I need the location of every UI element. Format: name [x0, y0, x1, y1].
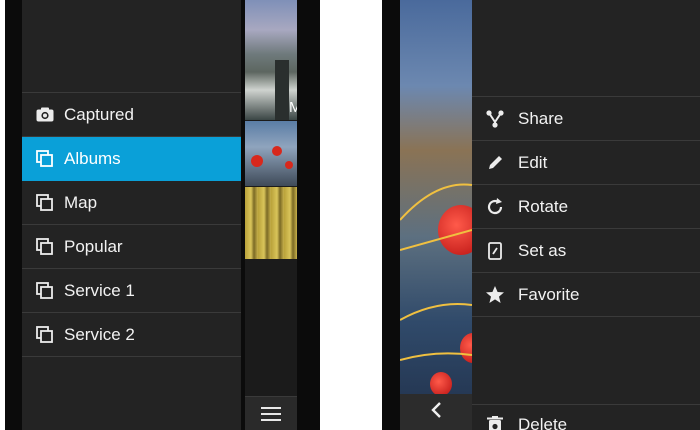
menu-item-label: Service 2	[64, 324, 135, 344]
album-thumbnail[interactable]	[245, 121, 297, 186]
photo-preview	[400, 0, 472, 430]
rotate-icon	[484, 196, 506, 218]
share-action[interactable]: Share	[472, 97, 700, 141]
album-icon	[34, 148, 56, 170]
action-menu: Share Edit Rotate Set as Favorite Delete	[472, 0, 700, 430]
album-icon	[34, 236, 56, 258]
star-icon	[484, 284, 506, 306]
set-as-icon	[484, 240, 506, 262]
album-icon	[34, 192, 56, 214]
menu-item-label: Map	[64, 192, 98, 212]
menu-item-label: Albums	[64, 148, 121, 168]
menu-header-space	[22, 0, 241, 93]
favorite-action[interactable]: Favorite	[472, 273, 700, 317]
menu-item-captured[interactable]: Captured	[22, 93, 241, 137]
album-thumbnail[interactable]: M	[245, 0, 297, 120]
navigation-menu: Captured Albums Map Popular Service 1 Se…	[22, 0, 241, 430]
album-icon	[34, 324, 56, 346]
menu-item-popular[interactable]: Popular	[22, 225, 241, 269]
delete-action[interactable]: Delete	[472, 404, 700, 430]
set-as-action[interactable]: Set as	[472, 229, 700, 273]
edit-action[interactable]: Edit	[472, 141, 700, 185]
thumbnail-strip: M	[245, 0, 297, 430]
camera-icon	[34, 104, 56, 126]
rotate-action[interactable]: Rotate	[472, 185, 700, 229]
album-thumbnail[interactable]	[245, 187, 297, 259]
album-icon	[34, 280, 56, 302]
share-icon	[484, 108, 506, 130]
menu-item-map[interactable]: Map	[22, 181, 241, 225]
action-label: Set as	[518, 240, 567, 260]
action-menu-header-space	[472, 0, 700, 97]
menu-item-label: Service 1	[64, 280, 135, 300]
action-label: Favorite	[518, 284, 580, 304]
pencil-icon	[484, 152, 506, 174]
menu-item-service-1[interactable]: Service 1	[22, 269, 241, 313]
action-label: Edit	[518, 152, 548, 172]
menu-item-service-2[interactable]: Service 2	[22, 313, 241, 357]
hamburger-menu-icon[interactable]	[245, 396, 297, 430]
action-label: Rotate	[518, 196, 569, 216]
back-button[interactable]	[400, 394, 472, 430]
left-phone-screen: Captured Albums Map Popular Service 1 Se…	[5, 0, 320, 430]
menu-item-label: Captured	[64, 104, 134, 124]
action-label: Delete	[518, 415, 568, 430]
menu-item-albums[interactable]: Albums	[22, 137, 241, 181]
trash-icon	[484, 414, 506, 430]
right-phone-screen: Share Edit Rotate Set as Favorite Delete	[382, 0, 700, 430]
thumbnail-caption: M	[289, 99, 297, 116]
chevron-left-icon	[430, 401, 442, 424]
action-label: Share	[518, 108, 564, 128]
menu-item-label: Popular	[64, 236, 123, 256]
